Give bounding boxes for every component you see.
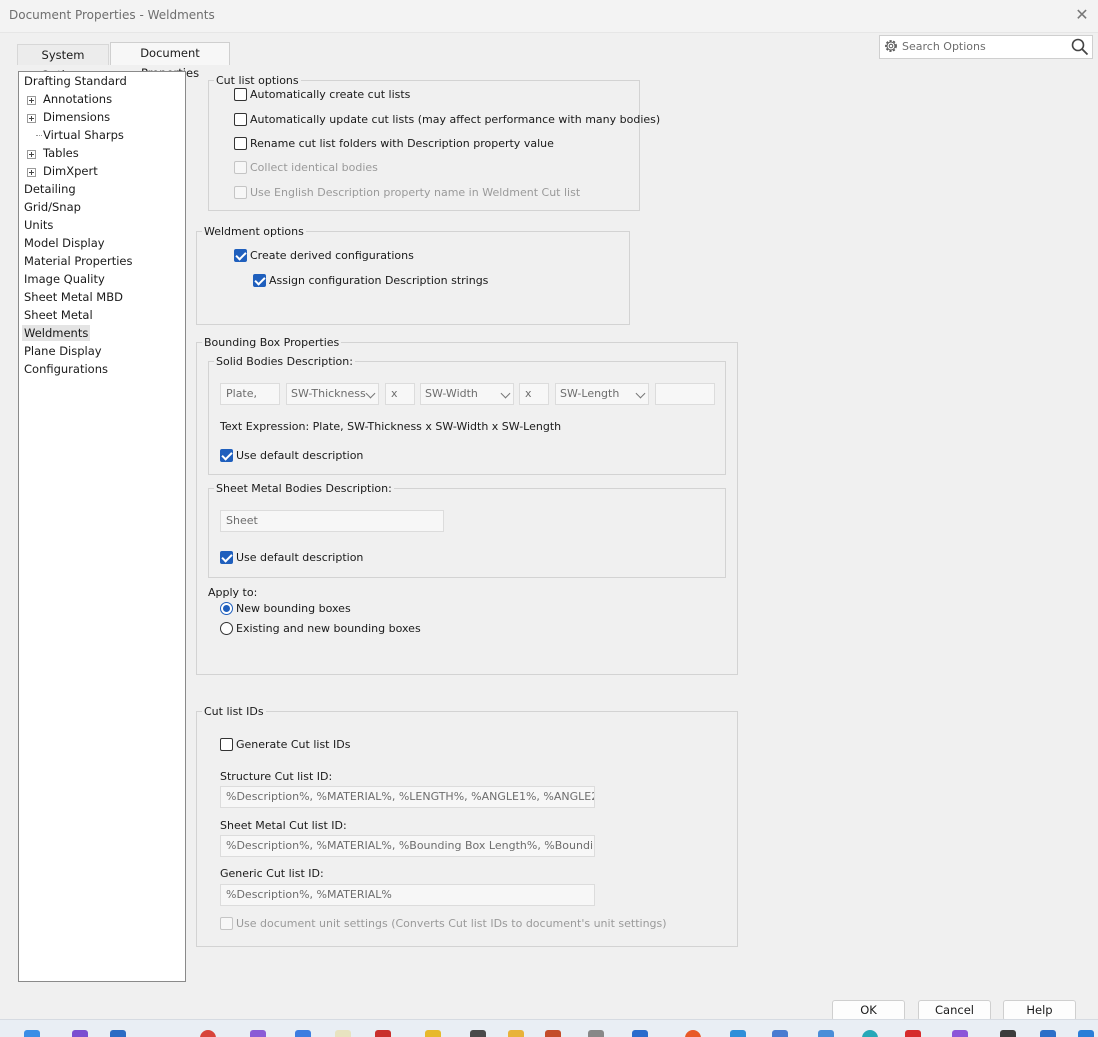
apply-to-label: Apply to: bbox=[208, 586, 258, 599]
auto-update-cut-lists-label: Automatically update cut lists (may affe… bbox=[250, 113, 661, 126]
auto-update-cut-lists-checkbox[interactable] bbox=[234, 113, 247, 126]
cancel-button[interactable]: Cancel bbox=[918, 1000, 991, 1021]
sheet-use-default-checkbox[interactable] bbox=[220, 551, 233, 564]
expand-icon[interactable] bbox=[27, 96, 36, 105]
tab-system-options[interactable]: System Options bbox=[17, 44, 109, 82]
collect-identical-bodies-label: Collect identical bodies bbox=[250, 161, 378, 174]
tree-item-image-quality[interactable]: Image Quality bbox=[24, 271, 105, 287]
solid-prefix-field[interactable]: Plate, bbox=[220, 383, 280, 405]
tree-item-units[interactable]: Units bbox=[24, 217, 53, 233]
tree-item-plane-display[interactable]: Plane Display bbox=[24, 343, 102, 359]
ok-button[interactable]: OK bbox=[832, 1000, 905, 1021]
new-bounding-boxes-label: New bounding boxes bbox=[236, 602, 351, 615]
english-description-label: Use English Description property name in… bbox=[250, 186, 581, 199]
tree-item-sheet-metal-mbd[interactable]: Sheet Metal MBD bbox=[24, 289, 123, 305]
generic-cut-list-id-label: Generic Cut list ID: bbox=[220, 867, 324, 880]
window-title: Document Properties - Weldments bbox=[9, 8, 215, 22]
search-box[interactable]: Search Options bbox=[879, 35, 1093, 59]
separator-field-2[interactable]: x bbox=[519, 383, 549, 405]
expand-icon[interactable] bbox=[27, 114, 36, 123]
cut-list-options-title: Cut list options bbox=[214, 74, 301, 87]
sheet-metal-cut-list-id-label: Sheet Metal Cut list ID: bbox=[220, 819, 347, 832]
title-bar: Document Properties - Weldments ✕ bbox=[0, 0, 1098, 33]
tree-item-annotations[interactable]: Annotations bbox=[43, 91, 112, 107]
document-unit-settings-checkbox[interactable] bbox=[220, 917, 233, 930]
tree-item-dimensions[interactable]: Dimensions bbox=[43, 109, 110, 125]
structure-cut-list-id-field[interactable]: %Description%, %MATERIAL%, %LENGTH%, %AN… bbox=[220, 786, 595, 808]
document-unit-settings-label: Use document unit settings (Converts Cut… bbox=[236, 917, 667, 930]
generate-cut-list-ids-label: Generate Cut list IDs bbox=[236, 738, 351, 751]
solid-suffix-field[interactable] bbox=[655, 383, 715, 405]
rename-cut-list-folders-label: Rename cut list folders with Description… bbox=[250, 137, 554, 150]
chevron-down-icon bbox=[365, 388, 376, 399]
assign-description-strings-label: Assign configuration Description strings bbox=[269, 274, 489, 287]
cut-list-ids-title: Cut list IDs bbox=[202, 705, 266, 718]
auto-create-cut-lists-checkbox[interactable] bbox=[234, 88, 247, 101]
create-derived-configurations-label: Create derived configurations bbox=[250, 249, 414, 262]
tree-item-detailing[interactable]: Detailing bbox=[24, 181, 76, 197]
sheet-metal-bodies-group bbox=[208, 488, 726, 578]
tree-item-grid-snap[interactable]: Grid/Snap bbox=[24, 199, 81, 215]
sheet-metal-bodies-title: Sheet Metal Bodies Description: bbox=[214, 482, 394, 495]
width-combo-value: SW-Width bbox=[425, 387, 478, 400]
solid-use-default-checkbox[interactable] bbox=[220, 449, 233, 462]
options-tree: Drafting Standard Annotations Dimensions… bbox=[18, 71, 186, 982]
help-button[interactable]: Help bbox=[1003, 1000, 1076, 1021]
tree-item-model-display[interactable]: Model Display bbox=[24, 235, 105, 251]
separator-field-1[interactable]: x bbox=[385, 383, 415, 405]
existing-bounding-boxes-radio[interactable] bbox=[220, 622, 233, 635]
solid-bodies-title: Solid Bodies Description: bbox=[214, 355, 355, 368]
bounding-box-title: Bounding Box Properties bbox=[202, 336, 342, 349]
length-combo-value: SW-Length bbox=[560, 387, 620, 400]
expand-icon[interactable] bbox=[27, 150, 36, 159]
tree-item-virtual-sharps[interactable]: Virtual Sharps bbox=[43, 127, 124, 143]
generate-cut-list-ids-checkbox[interactable] bbox=[220, 738, 233, 751]
search-input[interactable]: Search Options bbox=[902, 40, 986, 53]
tree-item-tables[interactable]: Tables bbox=[43, 145, 79, 161]
collect-identical-bodies-checkbox[interactable] bbox=[234, 161, 247, 174]
sheet-use-default-label: Use default description bbox=[236, 551, 364, 564]
close-icon[interactable]: ✕ bbox=[1072, 4, 1092, 26]
tree-item-drafting-standard[interactable]: Drafting Standard bbox=[24, 73, 127, 89]
assign-description-strings-checkbox[interactable] bbox=[253, 274, 266, 287]
rename-cut-list-folders-checkbox[interactable] bbox=[234, 137, 247, 150]
tree-item-configurations[interactable]: Configurations bbox=[24, 361, 108, 377]
thickness-combo[interactable]: SW-Thickness bbox=[286, 383, 379, 405]
chevron-down-icon bbox=[635, 388, 646, 399]
sheet-description-field[interactable]: Sheet bbox=[220, 510, 444, 532]
thickness-combo-value: SW-Thickness bbox=[291, 387, 366, 400]
tree-connector bbox=[36, 135, 42, 136]
tab-document-properties[interactable]: Document Properties bbox=[110, 42, 230, 80]
generic-cut-list-id-field[interactable]: %Description%, %MATERIAL% bbox=[220, 884, 595, 906]
auto-create-cut-lists-label: Automatically create cut lists bbox=[250, 88, 411, 101]
search-icon[interactable] bbox=[1070, 37, 1090, 57]
structure-cut-list-id-label: Structure Cut list ID: bbox=[220, 770, 333, 783]
create-derived-configurations-checkbox[interactable] bbox=[234, 249, 247, 262]
existing-bounding-boxes-label: Existing and new bounding boxes bbox=[236, 622, 421, 635]
width-combo[interactable]: SW-Width bbox=[420, 383, 514, 405]
taskbar bbox=[0, 1019, 1098, 1037]
new-bounding-boxes-radio[interactable] bbox=[220, 602, 233, 615]
text-expression: Text Expression: Plate, SW-Thickness x S… bbox=[220, 420, 562, 433]
weldment-options-title: Weldment options bbox=[202, 225, 306, 238]
solid-use-default-label: Use default description bbox=[236, 449, 364, 462]
gear-icon[interactable] bbox=[882, 37, 900, 55]
tree-item-dimxpert[interactable]: DimXpert bbox=[43, 163, 98, 179]
length-combo[interactable]: SW-Length bbox=[555, 383, 649, 405]
tree-item-sheet-metal[interactable]: Sheet Metal bbox=[24, 307, 93, 323]
sheet-metal-cut-list-id-field[interactable]: %Description%, %MATERIAL%, %Bounding Box… bbox=[220, 835, 595, 857]
english-description-checkbox[interactable] bbox=[234, 186, 247, 199]
expand-icon[interactable] bbox=[27, 168, 36, 177]
tree-item-material-properties[interactable]: Material Properties bbox=[24, 253, 133, 269]
tree-item-weldments[interactable]: Weldments bbox=[22, 325, 91, 341]
chevron-down-icon bbox=[500, 388, 511, 399]
